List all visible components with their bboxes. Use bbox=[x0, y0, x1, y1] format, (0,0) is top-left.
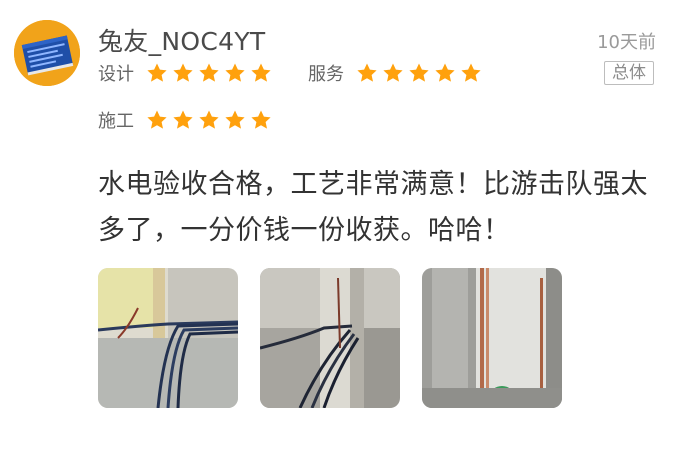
review-photo-2[interactable] bbox=[260, 268, 400, 408]
review-text: 水电验收合格，工艺非常满意！比游击队强太多了，一分价钱一份收获。哈哈！ bbox=[98, 169, 648, 246]
rating-service: 服务 bbox=[308, 60, 482, 86]
construction-photo-icon bbox=[98, 268, 238, 408]
rating-label: 设计 bbox=[98, 64, 134, 85]
photo-gallery bbox=[98, 268, 562, 408]
star-icon bbox=[356, 62, 378, 84]
star-icon bbox=[172, 62, 194, 84]
username[interactable]: 兔友_NOC4YT bbox=[98, 22, 265, 58]
review-card: 兔友_NOC4YT 10天前 总体 设计 服务 施工 水电验收合格，工艺非常满意… bbox=[0, 0, 676, 450]
review-time: 10天前 bbox=[597, 32, 656, 53]
construction-photo-icon bbox=[422, 268, 562, 408]
rating-construction: 施工 bbox=[98, 107, 272, 133]
avatar-book-icon bbox=[14, 20, 80, 86]
construction-photo-icon bbox=[260, 268, 400, 408]
star-rating bbox=[356, 62, 482, 84]
review-photo-1[interactable] bbox=[98, 268, 238, 408]
star-icon bbox=[434, 62, 456, 84]
star-icon bbox=[250, 109, 272, 131]
star-icon bbox=[250, 62, 272, 84]
star-icon bbox=[198, 109, 220, 131]
star-rating bbox=[146, 62, 272, 84]
overall-badge: 总体 bbox=[604, 61, 654, 85]
star-icon bbox=[460, 62, 482, 84]
star-icon bbox=[172, 109, 194, 131]
rating-label: 施工 bbox=[98, 111, 134, 132]
star-icon bbox=[224, 62, 246, 84]
rating-design: 设计 bbox=[98, 60, 272, 86]
star-icon bbox=[146, 109, 168, 131]
rating-label: 服务 bbox=[308, 64, 344, 85]
star-rating bbox=[146, 109, 272, 131]
star-icon bbox=[146, 62, 168, 84]
user-avatar[interactable] bbox=[14, 20, 80, 86]
review-photo-3[interactable] bbox=[422, 268, 562, 408]
star-icon bbox=[382, 62, 404, 84]
star-icon bbox=[198, 62, 220, 84]
star-icon bbox=[408, 62, 430, 84]
star-icon bbox=[224, 109, 246, 131]
